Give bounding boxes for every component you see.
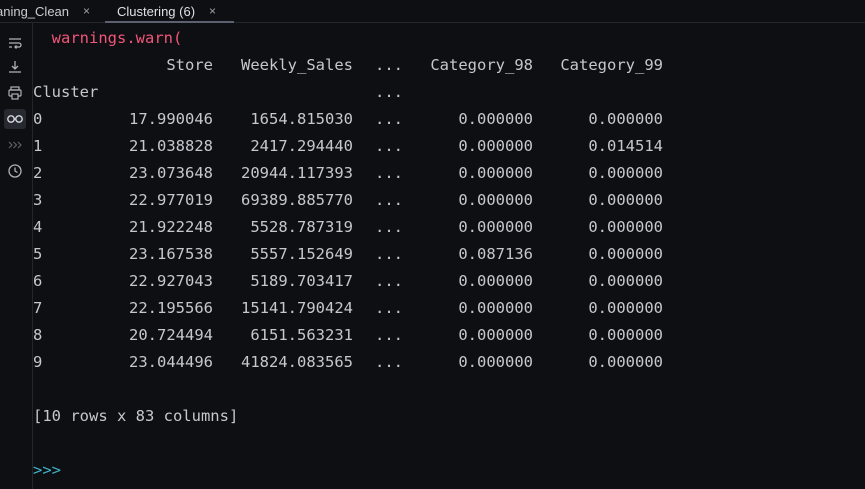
category-99-value: 0.000000 xyxy=(588,299,663,317)
row-index: 7 xyxy=(33,299,43,317)
store-value: 21.922248 xyxy=(129,218,213,236)
tab-label: Clustering (6) xyxy=(117,3,196,19)
table-row: 3 22.977019 69389.885770... 0.000000 0.00000… xyxy=(33,187,673,214)
console-toolbar xyxy=(0,23,33,489)
category-98-value: 0.000000 xyxy=(458,137,533,155)
column-ellipsis: ... xyxy=(375,326,403,344)
category-99-value: 0.000000 xyxy=(588,191,663,209)
weekly-sales-value: 5528.787319 xyxy=(250,218,353,236)
column-header: Weekly_Sales xyxy=(241,56,353,74)
scroll-to-end-icon[interactable] xyxy=(4,57,26,77)
row-index: 0 xyxy=(33,110,43,128)
weekly-sales-value: 5189.703417 xyxy=(250,272,353,290)
category-99-value: 0.000000 xyxy=(588,245,663,263)
category-99-value: 0.014514 xyxy=(588,137,663,155)
column-ellipsis: ... xyxy=(375,83,403,101)
row-index: 6 xyxy=(33,272,43,290)
category-98-value: 0.000000 xyxy=(458,164,533,182)
store-value: 17.990046 xyxy=(129,110,213,128)
dataframe-summary: [10 rows x 83 columns] xyxy=(33,407,239,425)
index-name: Cluster xyxy=(33,83,99,101)
tab-clustering[interactable]: Clustering (6) × xyxy=(105,0,234,23)
row-index: 4 xyxy=(33,218,43,236)
column-ellipsis: ... xyxy=(375,110,403,128)
category-98-value: 0.000000 xyxy=(458,353,533,371)
row-index: 1 xyxy=(33,137,43,155)
tab-bar: aning_Clean × Clustering (6) × xyxy=(0,0,865,23)
store-value: 23.044496 xyxy=(129,353,213,371)
close-icon[interactable]: × xyxy=(83,4,90,18)
warning-line: warnings.warn( xyxy=(33,29,183,47)
table-row: 0 17.990046 1654.815030... 0.000000 0.000000 xyxy=(33,106,673,133)
history-chevrons-icon[interactable] xyxy=(4,135,26,155)
python-console-window: aning_Clean × Clustering (6) × warnings.… xyxy=(0,0,865,489)
category-98-value: 0.000000 xyxy=(458,110,533,128)
weekly-sales-value: 69389.885770 xyxy=(241,191,353,209)
row-index: 9 xyxy=(33,353,43,371)
table-row: 5 23.167538 5557.152649... 0.087136 0.000000 xyxy=(33,241,673,268)
category-99-value: 0.000000 xyxy=(588,110,663,128)
column-ellipsis: ... xyxy=(375,137,403,155)
store-value: 22.927043 xyxy=(129,272,213,290)
category-98-value: 0.000000 xyxy=(458,326,533,344)
weekly-sales-value: 15141.790424 xyxy=(241,299,353,317)
weekly-sales-value: 2417.294440 xyxy=(250,137,353,155)
console-prompt[interactable]: >>> xyxy=(33,457,61,484)
category-98-value: 0.087136 xyxy=(458,245,533,263)
category-99-value: 0.000000 xyxy=(588,272,663,290)
table-row: 2 23.073648 20944.117393... 0.000000 0.00000… xyxy=(33,160,673,187)
column-ellipsis: ... xyxy=(375,353,403,371)
column-header: Category_98 xyxy=(430,56,533,74)
column-ellipsis: ... xyxy=(375,245,403,263)
tab-cleaning-clean[interactable]: aning_Clean × xyxy=(0,0,100,22)
print-icon[interactable] xyxy=(4,83,26,103)
weekly-sales-value: 41824.083565 xyxy=(241,353,353,371)
column-header: Category_99 xyxy=(560,56,663,74)
column-ellipsis: ... xyxy=(375,191,403,209)
index-name-row: Cluster ... xyxy=(33,79,673,106)
history-clock-icon[interactable] xyxy=(4,161,26,181)
column-ellipsis: ... xyxy=(375,218,403,236)
weekly-sales-value: 5557.152649 xyxy=(250,245,353,263)
store-value: 21.038828 xyxy=(129,137,213,155)
table-row: 1 21.038828 2417.294440... 0.000000 0.014514 xyxy=(33,133,673,160)
table-row: 8 20.724494 6151.563231... 0.000000 0.000000 xyxy=(33,322,673,349)
category-99-value: 0.000000 xyxy=(588,218,663,236)
category-98-value: 0.000000 xyxy=(458,191,533,209)
show-variables-icon[interactable] xyxy=(4,109,26,129)
row-index: 8 xyxy=(33,326,43,344)
table-row: 7 22.195566 15141.790424... 0.000000 0.00000… xyxy=(33,295,673,322)
console-output[interactable]: warnings.warn( Store Weekly_Sales ... Ca… xyxy=(33,23,865,489)
column-ellipsis: ... xyxy=(375,272,403,290)
table-row: 4 21.922248 5528.787319... 0.000000 0.000000 xyxy=(33,214,673,241)
weekly-sales-value: 6151.563231 xyxy=(250,326,353,344)
category-98-value: 0.000000 xyxy=(458,299,533,317)
category-98-value: 0.000000 xyxy=(458,218,533,236)
row-index: 5 xyxy=(33,245,43,263)
store-value: 22.977019 xyxy=(129,191,213,209)
category-99-value: 0.000000 xyxy=(588,353,663,371)
column-header: Store xyxy=(166,56,213,74)
store-value: 20.724494 xyxy=(129,326,213,344)
weekly-sales-value: 1654.815030 xyxy=(250,110,353,128)
column-ellipsis: ... xyxy=(375,299,403,317)
row-index: 3 xyxy=(33,191,43,209)
category-99-value: 0.000000 xyxy=(588,164,663,182)
store-value: 23.167538 xyxy=(129,245,213,263)
tab-label: aning_Clean xyxy=(0,3,70,19)
weekly-sales-value: 20944.117393 xyxy=(241,164,353,182)
close-icon[interactable]: × xyxy=(209,4,216,18)
category-99-value: 0.000000 xyxy=(588,326,663,344)
category-98-value: 0.000000 xyxy=(458,272,533,290)
store-value: 23.073648 xyxy=(129,164,213,182)
row-index: 2 xyxy=(33,164,43,182)
soft-wrap-icon[interactable] xyxy=(4,33,26,53)
column-ellipsis: ... xyxy=(375,56,403,74)
table-row: 6 22.927043 5189.703417... 0.000000 0.000000 xyxy=(33,268,673,295)
dataframe-header-row: Store Weekly_Sales ... Category_98 Categ… xyxy=(33,52,673,79)
store-value: 22.195566 xyxy=(129,299,213,317)
table-row: 9 23.044496 41824.083565... 0.000000 0.00000… xyxy=(33,349,673,376)
column-ellipsis: ... xyxy=(375,164,403,182)
